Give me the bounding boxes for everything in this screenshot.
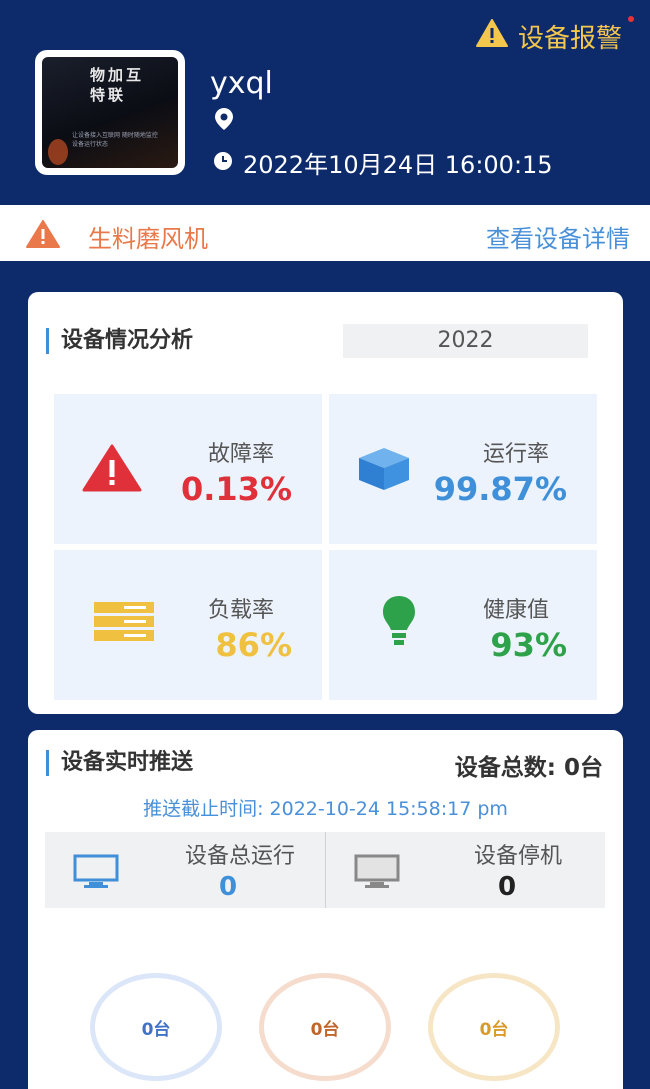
running-label: 设备总运行 <box>184 844 295 869</box>
username: yxql <box>210 66 273 101</box>
device-total-value: 0台 <box>563 755 603 781</box>
device-total-label: 设备总数: <box>454 755 556 781</box>
alarm-label: 设备报警 <box>517 24 622 54</box>
analysis-title: 设备情况分析 <box>46 328 193 354</box>
stopped-value: 0 <box>498 872 517 902</box>
alarm-button[interactable]: 设备报警 <box>475 16 634 55</box>
count-ring-1[interactable]: 0台 <box>90 973 222 1081</box>
metric-health-value: 健康值 93% <box>329 550 597 700</box>
metric-label: 运行率 <box>482 442 549 467</box>
device-detail-link[interactable]: 查看设备详情 <box>486 219 630 254</box>
warning-icon <box>82 444 142 496</box>
metric-label: 负载率 <box>207 598 274 623</box>
count-ring-2[interactable]: 0台 <box>259 973 391 1081</box>
metric-failure-rate: 故障率 0.13% <box>54 394 322 544</box>
avatar-title: 物加互特联 <box>90 66 145 104</box>
avatar-caption: 让设备接入互联网 随时随地监控设备运行状态 <box>72 132 158 148</box>
count-ring-3[interactable]: 0台 <box>428 973 560 1081</box>
warning-icon <box>26 220 60 252</box>
lightbulb-icon <box>381 594 417 654</box>
avatar-image: 物加互特联 让设备接入互联网 随时随地监控设备运行状态 <box>42 57 178 168</box>
analysis-card: 设备情况分析 2022 故障率 0.13% 运行率 99.87% 负载率 86% <box>28 292 623 714</box>
metric-run-rate: 运行率 99.87% <box>329 394 597 544</box>
year-selector[interactable]: 2022 <box>343 324 588 358</box>
device-bar: 生料磨风机 查看设备详情 <box>0 205 650 261</box>
running-stat[interactable]: 设备总运行 0 <box>45 832 325 908</box>
clock-icon <box>213 149 233 177</box>
alarm-dot <box>628 16 634 22</box>
metric-value: 93% <box>490 626 567 664</box>
metric-load-rate: 负载率 86% <box>54 550 322 700</box>
realtime-card: 设备实时推送 设备总数: 0台 推送截止时间: 2022-10-24 15:58… <box>28 730 623 1089</box>
monitor-icon <box>73 854 119 892</box>
metric-value: 0.13% <box>180 470 292 508</box>
location-pin-icon <box>215 108 233 134</box>
metric-label: 健康值 <box>482 598 549 623</box>
datetime-text: 2022年10月24日 16:00:15 <box>243 151 553 179</box>
warning-icon <box>475 19 508 54</box>
running-value: 0 <box>219 872 238 902</box>
metric-value: 99.87% <box>433 470 567 508</box>
stopped-stat[interactable]: 设备停机 0 <box>326 832 606 908</box>
server-stack-icon <box>94 602 154 646</box>
device-name: 生料磨风机 <box>88 225 208 253</box>
cube-icon <box>357 446 411 496</box>
avatar[interactable]: 物加互特联 让设备接入互联网 随时随地监控设备运行状态 <box>35 50 185 175</box>
metric-label: 故障率 <box>207 442 274 467</box>
stopped-label: 设备停机 <box>473 844 562 869</box>
metrics-grid: 故障率 0.13% 运行率 99.87% 负载率 86% 健康值 93% <box>54 394 597 700</box>
metric-value: 86% <box>215 626 292 664</box>
datetime-row: 2022年10月24日 16:00:15 <box>213 145 553 180</box>
realtime-title: 设备实时推送 <box>46 750 193 776</box>
status-summary: 设备总运行 0 设备停机 0 <box>45 832 605 908</box>
monitor-icon <box>354 854 400 892</box>
header: 设备报警 物加互特联 让设备接入互联网 随时随地监控设备运行状态 yxql 20… <box>0 0 650 205</box>
push-deadline: 推送截止时间: 2022-10-24 15:58:17 pm <box>143 798 508 820</box>
avatar-glow <box>48 139 68 165</box>
device-total: 设备总数: 0台 <box>455 748 603 782</box>
